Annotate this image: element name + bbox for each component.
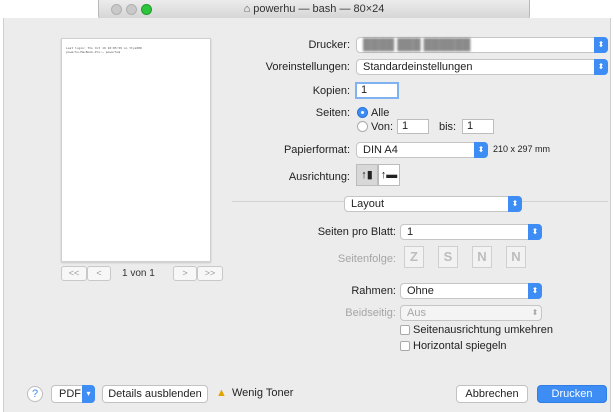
cancel-button[interactable]: Abbrechen xyxy=(456,385,528,403)
previous-page-button[interactable]: < xyxy=(87,266,111,281)
chevron-updown-icon: ⬍ xyxy=(531,308,539,317)
orientation-label: Ausrichtung: xyxy=(288,171,350,183)
printer-label: Drucker: xyxy=(308,39,350,51)
first-page-button[interactable]: << xyxy=(61,266,87,281)
pages-range-radio[interactable] xyxy=(357,121,368,132)
help-button[interactable]: ? xyxy=(27,386,43,402)
page-counter: 1 von 1 xyxy=(122,268,155,279)
chevron-updown-icon: ⬍ xyxy=(474,142,488,158)
toner-status: Wenig Toner xyxy=(232,387,294,399)
window-title-text: powerhu — bash — 80×24 xyxy=(253,3,385,15)
chevron-updown-icon: ⬍ xyxy=(594,59,608,75)
pages-per-sheet-label: Seiten pro Blatt: xyxy=(317,226,396,238)
landscape-icon: ↑▬ xyxy=(380,169,398,181)
pages-per-sheet-select[interactable]: 1 ⬍ xyxy=(400,224,542,240)
pdf-label: PDF xyxy=(59,388,81,400)
next-page-button[interactable]: > xyxy=(173,266,197,281)
layout-direction-label: Seitenfolge: xyxy=(337,253,396,265)
presets-select[interactable]: Standardeinstellungen ⬍ xyxy=(356,59,608,75)
hide-details-button[interactable]: Details ausblenden xyxy=(102,385,208,403)
paper-size-select[interactable]: DIN A4 ⬍ xyxy=(356,142,488,158)
reverse-orientation-checkbox[interactable] xyxy=(400,325,410,335)
warning-icon: ▲ xyxy=(216,387,227,399)
pages-per-sheet-value: 1 xyxy=(407,226,414,238)
section-value: Layout xyxy=(351,198,385,210)
border-label: Rahmen: xyxy=(351,285,396,297)
preview-page-text: Last login: Thu Oct 19 10:05:59 on ttys0… xyxy=(66,46,142,54)
chevron-updown-icon: ⬍ xyxy=(594,37,608,53)
border-value: Ohne xyxy=(407,285,434,297)
pages-all-label: Alle xyxy=(371,107,390,119)
pages-all-radio[interactable] xyxy=(357,107,368,118)
printer-value: ████ ███ ██████ xyxy=(363,39,471,51)
print-button[interactable]: Drucken xyxy=(537,385,607,403)
paper-dimensions: 210 x 297 mm xyxy=(493,144,551,154)
copies-input[interactable]: 1 xyxy=(355,82,399,99)
flip-horizontal-checkbox[interactable] xyxy=(400,341,410,351)
presets-value: Standardeinstellungen xyxy=(363,61,473,73)
pages-to-input[interactable]: 1 xyxy=(462,119,494,134)
pages-to-label: bis: xyxy=(439,121,457,133)
reverse-orientation-label: Seitenausrichtung umkehren xyxy=(413,324,554,336)
layout-direction-n-icon[interactable]: N xyxy=(472,246,492,268)
last-page-button[interactable]: >> xyxy=(197,266,223,281)
two-sided-value: Aus xyxy=(407,307,426,319)
chevron-down-icon: ▾ xyxy=(82,385,95,403)
page-preview: Last login: Thu Oct 19 10:05:59 on ttys0… xyxy=(61,38,211,262)
printer-select[interactable]: ████ ███ ██████ ⬍ xyxy=(356,37,608,53)
window-title: ⌂ powerhu — bash — 80×24 xyxy=(99,3,529,15)
chevron-updown-icon: ⬍ xyxy=(528,224,542,240)
landscape-button[interactable]: ↑▬ xyxy=(378,164,400,186)
layout-direction-s-icon[interactable]: S xyxy=(438,246,458,268)
two-sided-select[interactable]: Aus ⬍ xyxy=(400,305,542,321)
window-titlebar: ⌂ powerhu — bash — 80×24 xyxy=(98,0,530,19)
flip-horizontal-label: Horizontal spiegeln xyxy=(413,340,507,352)
layout-direction-n-reverse-icon[interactable]: N xyxy=(506,246,526,268)
pages-from-input[interactable]: 1 xyxy=(397,119,429,134)
chevron-updown-icon: ⬍ xyxy=(528,283,542,299)
presets-label: Voreinstellungen: xyxy=(265,61,350,73)
border-select[interactable]: Ohne ⬍ xyxy=(400,283,542,299)
home-icon: ⌂ xyxy=(243,3,251,15)
section-select[interactable]: Layout ⬍ xyxy=(344,196,522,212)
pdf-menu-button[interactable]: PDF ▾ xyxy=(51,385,95,403)
pages-from-label: Von: xyxy=(371,121,394,133)
paper-size-value: DIN A4 xyxy=(363,144,398,156)
pages-label: Seiten: xyxy=(315,107,350,119)
chevron-updown-icon: ⬍ xyxy=(508,196,522,212)
portrait-icon: ↑▮ xyxy=(361,169,373,181)
paper-size-label: Papierformat: xyxy=(283,144,350,156)
two-sided-label: Beidseitig: xyxy=(345,307,396,319)
portrait-button[interactable]: ↑▮ xyxy=(356,164,378,186)
copies-label: Kopien: xyxy=(312,85,350,97)
layout-direction-z-icon[interactable]: Z xyxy=(404,246,424,268)
